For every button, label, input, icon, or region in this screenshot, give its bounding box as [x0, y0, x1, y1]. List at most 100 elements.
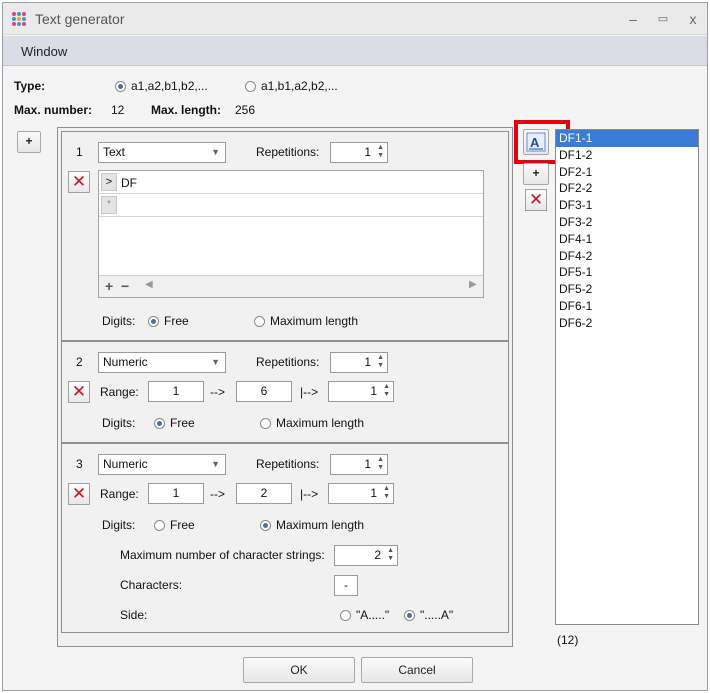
minimize-button[interactable]: – — [623, 10, 643, 28]
app-icon — [12, 12, 26, 26]
list-item[interactable]: DF5-2 — [556, 281, 698, 298]
block-2-range-from[interactable]: 1 — [148, 381, 204, 402]
scroll-right-icon[interactable]: ▶ — [469, 279, 477, 290]
cancel-button[interactable]: Cancel — [361, 657, 473, 683]
block-3-max-strings-spinner[interactable]: 2 ▲ ▼ — [334, 545, 398, 566]
list-item[interactable]: DF2-1 — [556, 164, 698, 181]
type-option-1[interactable]: a1,a2,b1,b2,... — [115, 79, 208, 93]
block-2-repetitions-spinner[interactable]: 1 ▲ ▼ — [330, 352, 388, 373]
list-item[interactable]: DF2-2 — [556, 180, 698, 197]
block-3-free-label: Free — [170, 518, 195, 532]
add-row-button[interactable]: + — [105, 278, 113, 294]
block-3-index: 3 — [76, 457, 83, 471]
block-3-delete-button[interactable]: ✕ — [68, 483, 90, 505]
spin-arrows-icon[interactable]: ▲ ▼ — [383, 383, 390, 399]
spin-arrows-icon[interactable]: ▲ ▼ — [377, 144, 384, 160]
block-1-free-radio[interactable] — [148, 316, 159, 327]
block-3-step-arrow: |--> — [300, 487, 319, 501]
block-2-step-value: 1 — [370, 384, 377, 398]
list-item[interactable]: DF5-1 — [556, 264, 698, 281]
remove-row-button[interactable]: − — [121, 278, 129, 294]
block-3-range-from[interactable]: 1 — [148, 483, 204, 504]
text-cell[interactable]: DF — [121, 176, 137, 190]
spin-arrows-icon[interactable]: ▲ ▼ — [377, 354, 384, 370]
block-1-type-value: Text — [103, 145, 126, 159]
block-3-digits-free[interactable]: Free — [154, 518, 195, 532]
block-3-step-spinner[interactable]: 1 ▲ ▼ — [328, 483, 394, 504]
block-1-maxlen-radio[interactable] — [254, 316, 265, 327]
block-3-type-select[interactable]: Numeric ▼ — [98, 454, 226, 475]
ok-button[interactable]: OK — [243, 657, 355, 683]
block-1-delete-button[interactable]: ✕ — [68, 171, 90, 193]
add-block-button[interactable]: + — [17, 131, 41, 153]
spin-arrows-icon[interactable]: ▲ ▼ — [387, 547, 394, 563]
list-item[interactable]: DF6-2 — [556, 315, 698, 332]
close-button[interactable]: x — [683, 10, 703, 28]
window-title: Text generator — [35, 11, 125, 27]
block-2-type-select[interactable]: Numeric ▼ — [98, 352, 226, 373]
list-item[interactable]: DF3-1 — [556, 197, 698, 214]
list-item[interactable]: DF3-2 — [556, 214, 698, 231]
spin-arrows-icon[interactable]: ▲ ▼ — [377, 456, 384, 472]
block-1-type-select[interactable]: Text ▼ — [98, 142, 226, 163]
type-option-1-label: a1,a2,b1,b2,... — [131, 79, 208, 93]
row-indicator: > — [101, 173, 117, 191]
type-option-2-radio[interactable] — [245, 81, 256, 92]
delete-preview-button[interactable]: ✕ — [525, 189, 547, 211]
chevron-down-icon: ▼ — [211, 147, 220, 157]
block-3-type-value: Numeric — [103, 457, 148, 471]
block-3-side-left-label: "A....." — [356, 608, 390, 622]
block-3-side-right[interactable]: ".....A" — [404, 608, 453, 622]
block-1-digits-maxlen[interactable]: Maximum length — [254, 314, 358, 328]
delete-x-icon: ✕ — [71, 382, 87, 401]
block-3-maxlen-radio[interactable] — [260, 520, 271, 531]
block-3-repetitions-label: Repetitions: — [256, 457, 320, 471]
block-1-repetitions-label: Repetitions: — [256, 145, 320, 159]
block-3-digits-maxlen[interactable]: Maximum length — [260, 518, 364, 532]
list-item[interactable]: DF1-2 — [556, 147, 698, 164]
block-3-side-left[interactable]: "A....." — [340, 608, 389, 622]
max-length-value: 256 — [235, 103, 256, 117]
block-2-digits-free[interactable]: Free — [154, 416, 195, 430]
type-option-2[interactable]: a1,b1,a2,b2,... — [245, 79, 338, 93]
block-3-side-left-radio[interactable] — [340, 610, 351, 621]
block-3-max-strings-label: Maximum number of character strings: — [120, 548, 325, 562]
block-1-repetitions-spinner[interactable]: 1 ▲ ▼ — [330, 142, 388, 163]
maximize-button[interactable]: ▭ — [653, 10, 673, 28]
block-2-delete-button[interactable]: ✕ — [68, 381, 90, 403]
block-2-step-arrow: |--> — [300, 385, 319, 399]
block-2-arrow: --> — [210, 385, 225, 399]
scroll-left-icon[interactable]: ◀ — [145, 279, 153, 290]
block-2-range-to[interactable]: 6 — [236, 381, 292, 402]
block-2-digits-maxlen[interactable]: Maximum length — [260, 416, 364, 430]
block-3-maxlen-label: Maximum length — [276, 518, 365, 532]
max-length-label: Max. length: — [151, 103, 222, 117]
block-2-maxlen-radio[interactable] — [260, 418, 271, 429]
block-3-digits-label: Digits: — [102, 518, 136, 532]
block-3-range-to[interactable]: 2 — [236, 483, 292, 504]
block-2-repetitions-label: Repetitions: — [256, 355, 320, 369]
list-item[interactable]: DF1-1 — [556, 130, 698, 147]
type-option-1-radio[interactable] — [115, 81, 126, 92]
preview-list[interactable]: DF1-1 DF1-2 DF2-1 DF2-2 DF3-1 DF3-2 DF4-1 DF4-2… — [555, 129, 699, 625]
list-item[interactable]: DF4-1 — [556, 231, 698, 248]
menu-window[interactable]: Window — [21, 44, 67, 59]
block-3-step-value: 1 — [370, 486, 377, 500]
block-1-digits-free[interactable]: Free — [148, 314, 189, 328]
block-3-characters-field[interactable]: - — [334, 575, 358, 596]
spin-arrows-icon[interactable]: ▲ ▼ — [383, 485, 390, 501]
table-row[interactable]: > DF — [99, 171, 483, 194]
block-1-maxlen-label: Maximum length — [270, 314, 359, 328]
block-2-free-radio[interactable] — [154, 418, 165, 429]
list-item[interactable]: DF6-1 — [556, 298, 698, 315]
block-3-repetitions-spinner[interactable]: 1 ▲ ▼ — [330, 454, 388, 475]
new-row-indicator: * — [101, 196, 117, 214]
block-2-step-spinner[interactable]: 1 ▲ ▼ — [328, 381, 394, 402]
block-3-free-radio[interactable] — [154, 520, 165, 531]
table-row[interactable]: * — [99, 194, 483, 217]
menu-bar: Window — [3, 36, 707, 66]
block-3-side-right-radio[interactable] — [404, 610, 415, 621]
list-item[interactable]: DF4-2 — [556, 248, 698, 265]
chevron-down-icon: ▼ — [211, 459, 220, 469]
add-preview-button[interactable]: + — [523, 163, 549, 185]
